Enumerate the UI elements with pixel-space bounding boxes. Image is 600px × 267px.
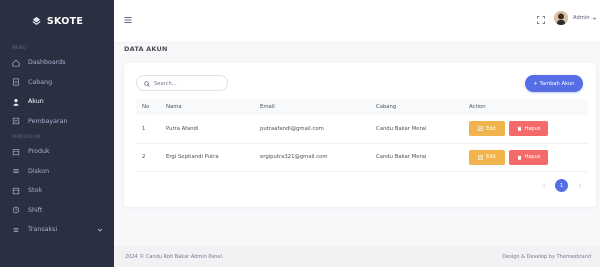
sidebar-item-diskon[interactable]: Diskon bbox=[0, 162, 114, 182]
chevron-right-icon[interactable] bbox=[574, 181, 584, 191]
sidebar-item-transaksi[interactable]: Transaksi bbox=[0, 220, 114, 240]
accounts-table: No Nama Email Cabang Action 1 Putra Afan… bbox=[136, 99, 588, 172]
sidebar-item-label: Cabang bbox=[28, 78, 53, 86]
search-icon bbox=[144, 80, 150, 87]
delete-label: Hapus bbox=[524, 154, 541, 160]
sidebar-item-label: Stok bbox=[28, 187, 42, 195]
menu-section-title: PENJUALAN bbox=[12, 134, 41, 139]
sidebar-item-label: Shift bbox=[28, 206, 43, 214]
sidebar-item-label: Diskon bbox=[28, 167, 50, 175]
page-title: DATA AKUN bbox=[124, 45, 168, 53]
receipt-icon bbox=[12, 117, 20, 125]
tag-icon bbox=[12, 167, 20, 175]
add-account-button[interactable]: + Tambah Akun bbox=[525, 75, 583, 92]
trash-icon bbox=[517, 155, 522, 160]
sidebar-item-dashboards[interactable]: Dashboards bbox=[0, 53, 114, 73]
delete-button[interactable]: Hapus bbox=[509, 121, 548, 137]
column-header: Email bbox=[254, 99, 370, 115]
column-header: Cabang bbox=[370, 99, 463, 115]
clock-icon bbox=[12, 206, 20, 214]
page-number[interactable]: 1 bbox=[555, 179, 568, 192]
home-icon bbox=[12, 59, 20, 67]
sidebar-item-label: Akun bbox=[28, 98, 44, 106]
cell-cabang: Candu Bakar Merai bbox=[370, 115, 463, 144]
footer-copyright: 2024 © Candu Roti Bakar Admin Panel. bbox=[125, 253, 224, 260]
cell-email: ergiputra321@gmail.com bbox=[254, 143, 370, 172]
edit-button[interactable]: Edit bbox=[469, 121, 505, 137]
menu-section-title: MENU bbox=[12, 45, 27, 50]
cell-email: putraafandi@gmail.com bbox=[254, 115, 370, 144]
edit-icon bbox=[478, 126, 483, 132]
sidebar-item-akun[interactable]: Akun bbox=[0, 92, 114, 112]
cell-action: Edit Hapus bbox=[463, 143, 588, 172]
sidebar-item-label: Dashboards bbox=[28, 59, 66, 67]
column-header: No bbox=[136, 99, 160, 115]
table-row: 2 Ergi Septiandi Putra ergiputra321@gmai… bbox=[136, 143, 588, 172]
avatar[interactable] bbox=[554, 11, 568, 25]
cell-nama: Ergi Septiandi Putra bbox=[160, 143, 254, 172]
edit-label: Edit bbox=[486, 125, 496, 132]
search-box[interactable] bbox=[136, 75, 228, 91]
edit-label: Edit bbox=[486, 154, 496, 160]
cell-no: 2 bbox=[136, 143, 160, 172]
fullscreen-icon[interactable] bbox=[537, 16, 545, 24]
cell-nama: Putra Afandi bbox=[160, 115, 254, 144]
table-header-row: No Nama Email Cabang Action bbox=[136, 99, 588, 115]
pagination: 1 bbox=[539, 179, 584, 192]
sidebar-item-label: Transaksi bbox=[28, 226, 58, 234]
footer: 2024 © Candu Roti Bakar Admin Panel. Des… bbox=[114, 246, 600, 267]
delete-label: Hapus bbox=[524, 125, 541, 132]
sidebar-item-cabang[interactable]: Cabang bbox=[0, 73, 114, 93]
list-icon bbox=[12, 226, 20, 234]
accounts-card: + Tambah Akun No Nama Email Cabang Actio… bbox=[124, 63, 596, 207]
brand[interactable]: SKOTE bbox=[0, 0, 114, 42]
sidebar-item-label: Pembayaran bbox=[28, 117, 68, 125]
brand-name: SKOTE bbox=[46, 15, 84, 27]
chevron-down-icon bbox=[97, 227, 103, 233]
logo-icon bbox=[31, 16, 42, 27]
sidebar: SKOTE MENU Dashboards Cabang Akun Pembay… bbox=[0, 0, 114, 267]
chevron-left-icon[interactable] bbox=[539, 181, 549, 191]
sidebar-item-shift[interactable]: Shift bbox=[0, 201, 114, 221]
cell-no: 1 bbox=[136, 115, 160, 144]
user-icon bbox=[12, 98, 20, 106]
trash-icon bbox=[517, 126, 522, 131]
user-name[interactable]: Admin bbox=[573, 15, 590, 21]
edit-icon bbox=[478, 154, 483, 160]
sidebar-item-produk[interactable]: Produk bbox=[0, 142, 114, 162]
sidebar-item-pembayaran[interactable]: Pembayaran bbox=[0, 112, 114, 132]
column-header: Action bbox=[463, 99, 588, 115]
search-input[interactable] bbox=[154, 78, 224, 89]
archive-icon bbox=[12, 187, 20, 195]
sidebar-item-label: Produk bbox=[28, 148, 50, 156]
sidebar-item-stok[interactable]: Stok bbox=[0, 181, 114, 201]
cell-action: Edit Hapus bbox=[463, 115, 588, 144]
table-row: 1 Putra Afandi putraafandi@gmail.com Can… bbox=[136, 115, 588, 144]
box-icon bbox=[12, 148, 20, 156]
chevron-down-icon[interactable] bbox=[592, 16, 597, 21]
topbar: Admin bbox=[114, 0, 600, 42]
column-header: Nama bbox=[160, 99, 254, 115]
cell-cabang: Candu Bakar Merai bbox=[370, 143, 463, 172]
document-icon bbox=[12, 78, 20, 86]
menu-toggle-icon[interactable] bbox=[124, 16, 132, 24]
delete-button[interactable]: Hapus bbox=[509, 149, 548, 165]
footer-credit: Design & Develop by Themesbrand bbox=[502, 253, 591, 260]
edit-button[interactable]: Edit bbox=[469, 149, 505, 165]
